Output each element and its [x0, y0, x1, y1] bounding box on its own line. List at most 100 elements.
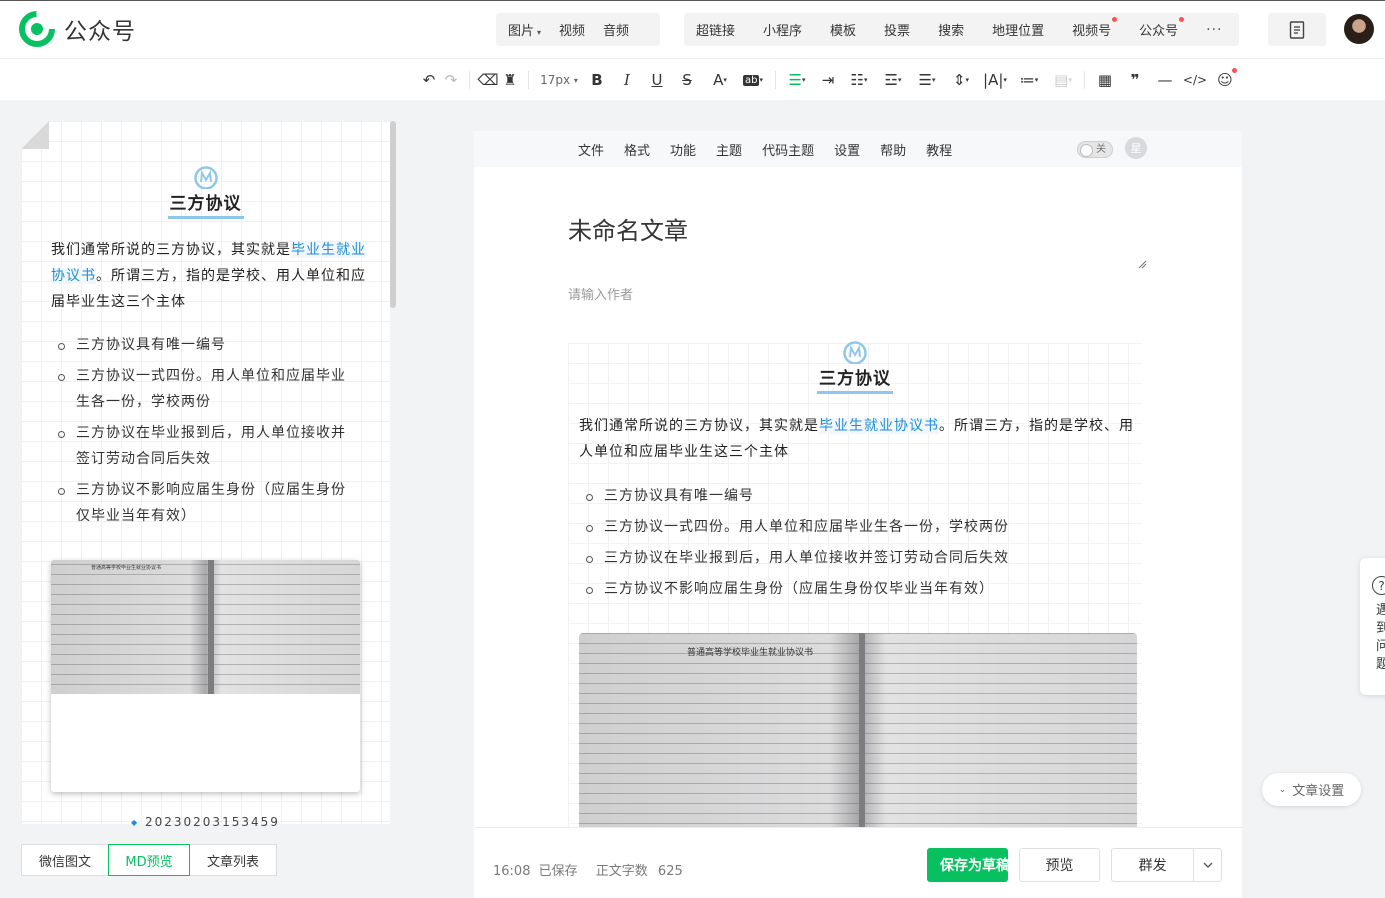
format-painter-icon[interactable]: ♜: [499, 69, 521, 91]
photo-heading: 普通高等学校毕业生就业协议书: [687, 648, 814, 658]
preview-heading: 三方协议: [167, 189, 244, 219]
clear-format-icon[interactable]: ⌫: [477, 69, 499, 91]
menu-function[interactable]: 功能: [670, 140, 696, 159]
notification-dot: [1179, 17, 1185, 22]
notification-dot: [1112, 17, 1118, 22]
author-input[interactable]: [568, 288, 868, 303]
agreement-photo: 普通高等学校毕业生就业协议书: [51, 560, 360, 694]
location-button[interactable]: 地理位置: [992, 20, 1044, 39]
page-fold-shadow: [21, 121, 49, 149]
strikethrough-icon[interactable]: S: [676, 69, 698, 91]
format-tools: ↶ ↷ ⌫ ♜ 17px ▾ B I U S A ▾ ab ▾ ☰ ▾ ⇥ ☷ ▾ ☲ ▾…: [418, 59, 1237, 101]
save-time: 16:08: [493, 864, 531, 879]
quote-icon[interactable]: ❞: [1124, 69, 1146, 91]
list-item: 三方协议具有唯一编号: [51, 332, 351, 358]
photo-book-spine: [859, 633, 865, 827]
editor-heading-block: 三方协议: [568, 340, 1142, 394]
menu-code-theme[interactable]: 代码主题: [762, 140, 814, 159]
indent-icon[interactable]: ⇥: [817, 69, 839, 91]
image-caption-text: 20230203153459: [144, 815, 280, 829]
underline-icon[interactable]: U: [646, 69, 668, 91]
template-button[interactable]: 模板: [830, 20, 856, 39]
caret-down-icon: ▾: [537, 28, 542, 37]
tab-md-preview[interactable]: MD预览: [108, 844, 190, 876]
word-count: 625: [657, 864, 683, 879]
word-count-label: 正文字数: [595, 864, 648, 879]
paragraph-spacing-icon[interactable]: ☰ ▾: [913, 69, 941, 91]
official-account-button[interactable]: 公众号: [1139, 17, 1185, 39]
divider-line-icon[interactable]: —: [1154, 69, 1176, 91]
table-icon[interactable]: ▦: [1094, 69, 1116, 91]
photo-text-lines: [579, 633, 1137, 827]
format-toolbar: ↶ ↷ ⌫ ♜ 17px ▾ B I U S A ▾ ab ▾ ☰ ▾ ⇥ ☷ ▾ ☲ ▾…: [0, 58, 1385, 100]
first-line-indent-icon[interactable]: ☷ ▾: [845, 69, 873, 91]
intro-highlight-link[interactable]: 毕业生就业协议书: [819, 418, 939, 434]
user-avatar[interactable]: [1344, 14, 1374, 44]
menu-file[interactable]: 文件: [578, 140, 604, 159]
line-height-icon[interactable]: ⇕ ▾: [947, 69, 975, 91]
article-title-input[interactable]: [568, 217, 1128, 245]
search-button[interactable]: 搜索: [938, 20, 964, 39]
align-left-icon[interactable]: ☰ ▾: [783, 69, 811, 91]
list-item: 三方协议具有唯一编号: [579, 483, 1135, 509]
preview-button[interactable]: 预览: [1019, 848, 1100, 882]
mini-program-button[interactable]: 小程序: [763, 20, 802, 39]
intro-text: 。所谓三方，指的是学校、用人单位和应届毕业生这三个主体: [51, 268, 366, 310]
code-icon[interactable]: </>: [1183, 69, 1207, 91]
font-size-select[interactable]: 17px ▾: [536, 69, 582, 91]
highlight-color-icon[interactable]: ab ▾: [738, 69, 768, 91]
app-name: 公众号: [64, 19, 136, 45]
mass-send-button[interactable]: 群发: [1111, 848, 1222, 882]
menu-tutorial[interactable]: 教程: [926, 140, 952, 159]
left-panel-tabs: 微信图文 MD预览 文章列表: [21, 844, 277, 876]
article-settings-button[interactable]: ⌄ 文章设置: [1262, 773, 1361, 806]
audio-menu[interactable]: 音频: [603, 20, 629, 39]
letter-spacing-icon[interactable]: |A| ▾: [981, 69, 1009, 91]
editor-status-bar: 16:08 已保存 正文字数 625 保存为草稿 预览 群发: [474, 827, 1242, 898]
agreement-photo[interactable]: 普通高等学校毕业生就业协议书: [579, 633, 1137, 827]
menu-theme[interactable]: 主题: [716, 140, 742, 159]
intro-text: 我们通常所说的三方协议，其实就是: [579, 418, 819, 434]
chevron-down-icon[interactable]: [1193, 849, 1221, 881]
undo-icon[interactable]: ↶: [418, 69, 440, 91]
list-icon[interactable]: ≔ ▾: [1015, 69, 1043, 91]
menu-format[interactable]: 格式: [624, 140, 650, 159]
image-menu[interactable]: 图片 ▾: [508, 20, 541, 39]
editor-panel: 文件 格式 功能 主题 代码主题 设置 帮助 教程 关 星 三方协议 我们通常所…: [474, 131, 1242, 827]
more-icon[interactable]: ···: [1206, 22, 1222, 38]
resize-grip-icon[interactable]: [1137, 259, 1147, 269]
video-menu[interactable]: 视频: [559, 20, 585, 39]
italic-icon[interactable]: I: [616, 69, 638, 91]
toolbar-divider: [469, 71, 470, 89]
tab-wechat-article[interactable]: 微信图文: [21, 844, 109, 876]
save-state: 已保存: [538, 864, 578, 879]
document-button[interactable]: [1268, 13, 1326, 46]
tab-article-list[interactable]: 文章列表: [189, 844, 277, 876]
channels-button[interactable]: 视频号: [1072, 17, 1118, 39]
preview-bullet-list: 三方协议具有唯一编号 三方协议一式四份。用人单位和应届毕业生各一份，学校两份 三…: [51, 332, 351, 529]
menu-help[interactable]: 帮助: [880, 140, 906, 159]
hyperlink-button[interactable]: 超链接: [696, 20, 735, 39]
toolbar-divider: [1084, 71, 1085, 89]
help-float-panel[interactable]: ? 遇到问题: [1360, 558, 1385, 695]
save-draft-button[interactable]: 保存为草稿: [927, 848, 1008, 882]
wechat-mp-logo-icon: [19, 11, 55, 47]
vote-button[interactable]: 投票: [884, 20, 910, 39]
help-label: 遇到问题: [1376, 603, 1385, 672]
editor-heading: 三方协议: [817, 364, 893, 394]
preview-scrollbar[interactable]: [390, 121, 396, 308]
menu-settings[interactable]: 设置: [834, 140, 860, 159]
toolbar-divider: [528, 71, 529, 89]
redo-icon[interactable]: ↷: [440, 69, 462, 91]
star-badge[interactable]: 星: [1125, 137, 1147, 159]
bold-icon[interactable]: B: [586, 69, 608, 91]
app-logo[interactable]: 公众号: [19, 11, 136, 47]
emoji-icon[interactable]: ☺: [1214, 68, 1237, 91]
vertical-align-icon[interactable]: ☲ ▾: [879, 69, 907, 91]
toolbar-divider: [775, 71, 776, 89]
content-insert-group: 超链接 小程序 模板 投票 搜索 地理位置 视频号 公众号 ···: [684, 13, 1239, 46]
font-color-icon[interactable]: A ▾: [706, 69, 734, 91]
list-item: 三方协议一式四份。用人单位和应届毕业生各一份，学校两份: [51, 363, 351, 415]
list-style-icon[interactable]: ▤ ▾: [1049, 69, 1077, 91]
mode-toggle[interactable]: 关: [1077, 141, 1113, 158]
